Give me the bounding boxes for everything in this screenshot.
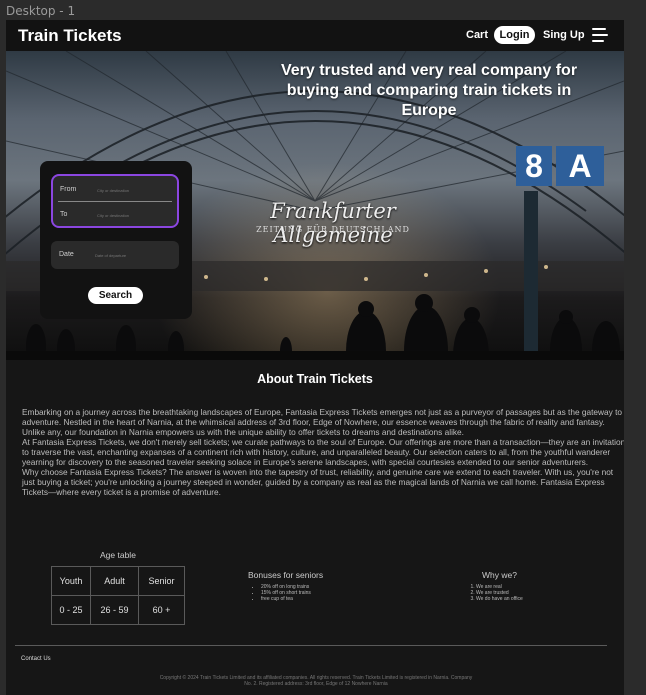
login-button[interactable]: Login [494,26,535,44]
platform-number: 8 [516,146,552,186]
bonuses-list: 20% off on long trains 15% off on short … [254,584,311,602]
search-button[interactable]: Search [88,287,143,304]
list-item: We do have an office [476,596,523,602]
hero-headline: Very trusted and very real company for b… [280,62,578,119]
to-label: To [60,211,68,218]
date-input-group[interactable]: Date Date of departure [51,241,179,269]
station-sign: Frankfurter Allgemeine [270,199,396,247]
age-table-caption: Age table [100,550,136,560]
age-header-adult: Adult [90,566,139,596]
from-label: From [60,186,77,193]
top-nav: Train Tickets Cart Login Sing Up [6,20,624,51]
why-title: Why we? [482,570,517,580]
table-row: Youth Adult Senior [51,566,185,596]
bonuses-title: Bonuses for seniors [248,570,324,580]
copyright-line: No. 2. Registered address: 3rd floor, Ed… [244,681,388,687]
about-text: Embarking on a journey across the breath… [22,407,624,497]
age-value-youth: 0 - 25 [51,595,91,625]
table-row: 0 - 25 26 - 59 60 + [51,595,185,625]
hero-banner: Very trusted and very real company for b… [6,51,624,360]
list-item: free cup of tea [261,596,311,602]
cart-link[interactable]: Cart [466,29,488,41]
platform-section: A [556,146,604,186]
age-value-adult: 26 - 59 [90,595,139,625]
copyright-text: Copyright © 2024 Train Tickets Limited a… [106,675,526,687]
route-divider [58,201,172,202]
from-input[interactable]: City or destination [97,188,129,193]
booking-form: From City or destination To City or dest… [40,161,192,319]
station-sign-subtitle: ZEITUNG FÜR DEUTSCHLAND [256,225,410,234]
frame-label: Desktop - 1 [6,4,76,18]
about-title: About Train Tickets [257,372,373,386]
about-paragraph: At Fantasia Express Tickets, we don't me… [22,437,624,467]
about-paragraph: Why choose Fantasia Express Tickets? The… [22,467,614,497]
age-value-senior: 60 + [138,595,185,625]
age-table: Youth Adult Senior 0 - 25 26 - 59 60 + [51,566,185,625]
contact-link[interactable]: Contact Us [21,656,51,662]
footer-divider [15,645,607,646]
platform-sign: 8 A [516,146,604,186]
age-header-senior: Senior [138,566,185,596]
about-paragraph: Embarking on a journey across the breath… [22,407,623,437]
signup-link[interactable]: Sing Up [543,29,585,41]
age-header-youth: Youth [51,566,91,596]
to-input[interactable]: City or destination [97,213,129,218]
desktop-frame: Train Tickets Cart Login Sing Up Very tr… [6,20,624,695]
brand-logo[interactable]: Train Tickets [18,26,122,46]
route-input-group: From City or destination To City or dest… [51,174,179,228]
hamburger-menu-icon[interactable] [592,27,608,43]
date-label: Date [59,251,74,258]
date-input[interactable]: Date of departure [95,253,126,258]
why-list: We are real We are trusted We do have an… [469,584,523,602]
